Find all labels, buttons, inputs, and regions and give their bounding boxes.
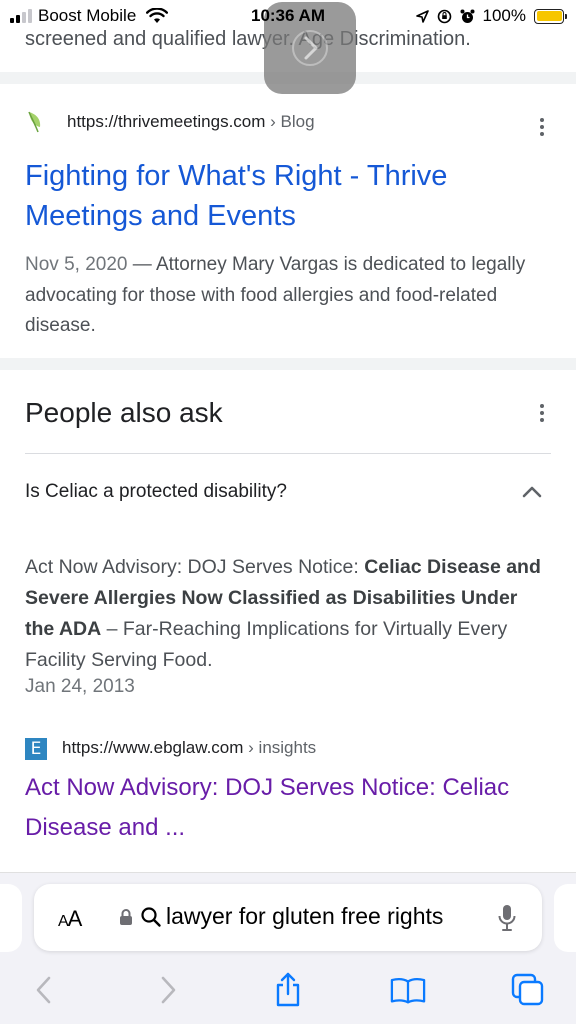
bookmarks-icon	[390, 977, 426, 1004]
battery-fill	[536, 11, 562, 21]
paa-source-url[interactable]: https://www.ebglaw.com › insights	[62, 738, 316, 758]
paa-source-domain: https://www.ebglaw.com	[62, 738, 244, 757]
forward-icon	[161, 976, 176, 1004]
search-icon	[141, 907, 161, 927]
location-arrow-icon	[415, 9, 429, 23]
battery-percent: 100%	[482, 6, 526, 25]
result-url-breadcrumb: › Blog	[270, 112, 315, 131]
forward-chevron-icon	[292, 30, 328, 66]
chevron-up-icon[interactable]	[520, 480, 544, 504]
paa-answer: Act Now Advisory: DOJ Serves Notice: Cel…	[25, 552, 545, 676]
paa-question[interactable]: Is Celiac a protected disability?	[25, 481, 287, 503]
result-snippet: Nov 5, 2020 — Attorney Mary Vargas is de…	[25, 250, 550, 342]
result-title-link[interactable]: Fighting for What's Right - Thrive Meeti…	[25, 156, 545, 236]
battery-icon	[534, 8, 567, 24]
bookmarks-button[interactable]	[390, 972, 426, 1008]
ebglaw-favicon-icon: E	[25, 738, 47, 760]
tabs-icon	[511, 973, 544, 1006]
paa-divider	[25, 453, 551, 454]
result-url-domain: https://thrivemeetings.com	[67, 112, 266, 131]
status-right: 100%	[415, 6, 567, 26]
share-button[interactable]	[270, 972, 306, 1008]
address-text[interactable]: lawyer for gluten free rights	[166, 903, 486, 930]
lock-icon	[120, 909, 132, 925]
paa-more-options-icon[interactable]	[534, 402, 550, 424]
back-icon	[36, 976, 51, 1004]
paa-answer-prefix: Act Now Advisory: DOJ Serves Notice:	[25, 556, 365, 578]
forward-button[interactable]	[150, 972, 186, 1008]
result-date: Nov 5, 2020	[25, 254, 128, 275]
paa-answer-date: Jan 24, 2013	[25, 676, 135, 697]
text-size-button[interactable]: AA	[58, 906, 83, 932]
text-size-large-a: A	[67, 906, 83, 931]
back-button[interactable]	[26, 972, 62, 1008]
thrive-leaf-icon	[28, 111, 41, 133]
people-also-ask-heading: People also ask	[25, 397, 223, 428]
previous-tab-peek[interactable]	[0, 884, 22, 952]
paa-source-title-link[interactable]: Act Now Advisory: DOJ Serves Notice: Cel…	[25, 768, 545, 848]
alarm-icon	[460, 9, 475, 23]
microphone-icon[interactable]	[497, 903, 517, 933]
rotation-lock-icon	[437, 9, 451, 23]
tabs-button[interactable]	[510, 972, 546, 1008]
share-icon	[276, 972, 300, 1007]
next-tab-peek[interactable]	[554, 884, 576, 952]
address-bar[interactable]: AA lawyer for gluten free rights	[34, 884, 542, 951]
result-more-options-icon[interactable]	[534, 116, 550, 138]
section-divider	[0, 358, 576, 370]
status-bar: Boost Mobile 10:36 AM 100%	[0, 0, 576, 32]
text-size-small-a: A	[58, 913, 69, 930]
paa-source-breadcrumb: › insights	[248, 738, 317, 757]
result-url[interactable]: https://thrivemeetings.com › Blog	[67, 112, 315, 132]
